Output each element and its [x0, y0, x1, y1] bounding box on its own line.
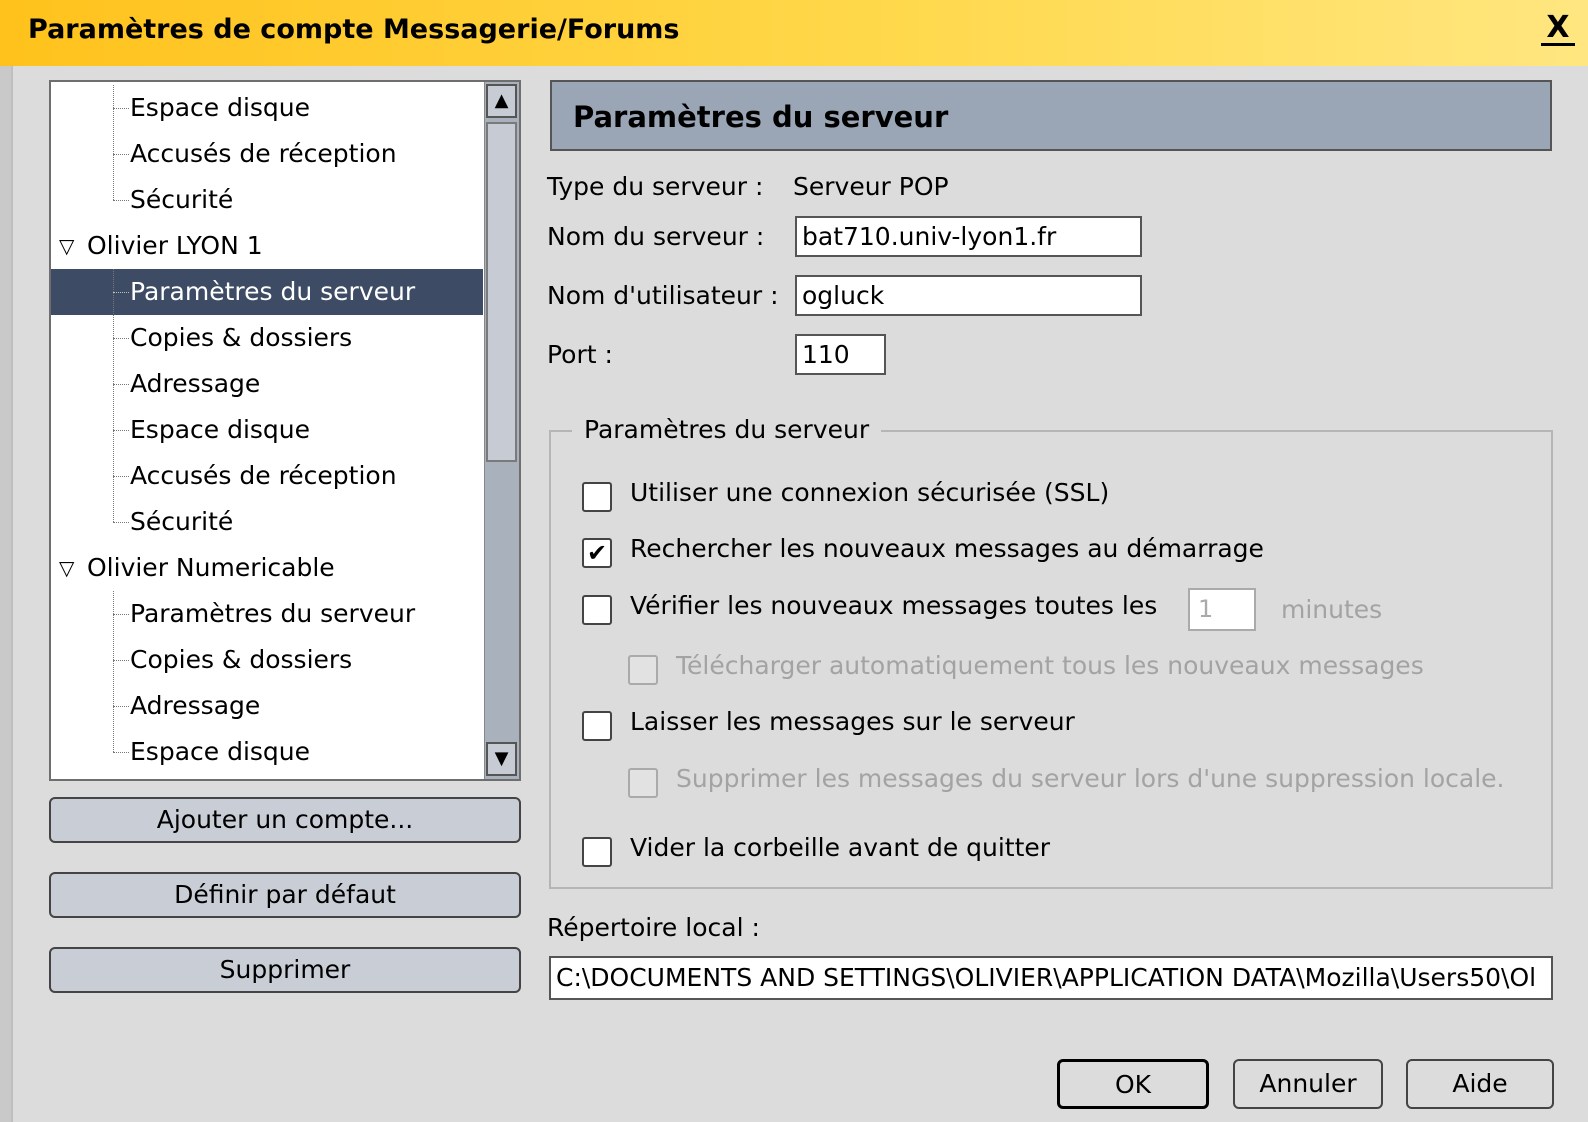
tree-connector — [113, 476, 129, 477]
tree-connector — [113, 292, 129, 293]
triangle-down-icon[interactable]: ▽ — [59, 223, 74, 269]
tree-item[interactable]: Copies & dossiers — [51, 315, 483, 361]
tree-item-label: Accusés de réception — [130, 461, 397, 490]
tree-item-label: Accusés de réception — [130, 139, 397, 168]
tree-connector — [113, 752, 129, 753]
tree-guide-line — [113, 85, 114, 200]
window-edge — [0, 66, 13, 1122]
tree-item-label: Paramètres du serveur — [130, 599, 416, 628]
delete-on-local-checkbox[interactable] — [628, 768, 658, 798]
tree-item-label: Adressage — [130, 691, 261, 720]
server-name-input[interactable]: bat710.univ-lyon1.fr — [795, 216, 1142, 257]
ok-button[interactable]: OK — [1057, 1059, 1209, 1109]
tree-item[interactable]: Paramètres du serveur — [51, 269, 483, 315]
tree-item[interactable]: Copies & dossiers — [51, 637, 483, 683]
tree-account[interactable]: ▽ Olivier LYON 1 — [51, 223, 483, 269]
tree-item[interactable]: Sécurité — [51, 177, 483, 223]
tree-connector — [113, 200, 129, 201]
tree-guide-line — [113, 591, 114, 752]
section-header: Paramètres du serveur — [550, 80, 1552, 151]
tree-connector — [113, 384, 129, 385]
username-label: Nom d'utilisateur : — [547, 281, 779, 310]
tree-scrollbar[interactable]: ▲ ▼ — [484, 82, 519, 779]
server-name-label: Nom du serveur : — [547, 222, 765, 251]
scroll-thumb[interactable] — [486, 122, 517, 462]
empty-trash-label: Vider la corbeille avant de quitter — [630, 833, 1051, 862]
tree-connector — [113, 660, 129, 661]
ssl-checkbox[interactable] — [582, 482, 612, 512]
scroll-up-button[interactable]: ▲ — [486, 84, 517, 118]
check-startup-label: Rechercher les nouveaux messages au déma… — [630, 534, 1264, 563]
tree-connector — [113, 706, 129, 707]
tree-item-label: Olivier Numericable — [87, 553, 335, 582]
tree-item-label: Espace disque — [130, 93, 311, 122]
checkmark-icon: ✔ — [586, 539, 608, 567]
tree-item-label: Adressage — [130, 369, 261, 398]
tree-item-label: Copies & dossiers — [130, 323, 353, 352]
port-label: Port : — [547, 340, 613, 369]
close-button[interactable]: X — [1541, 10, 1575, 46]
tree-item[interactable]: Accusés de réception — [51, 131, 483, 177]
tree-guide-line — [113, 269, 114, 522]
cancel-button[interactable]: Annuler — [1233, 1059, 1383, 1109]
tree-item[interactable]: Accusés de réception — [51, 453, 483, 499]
group-title: Paramètres du serveur — [572, 415, 882, 444]
tree-connector — [113, 614, 129, 615]
check-interval-input[interactable]: 1 — [1188, 588, 1256, 631]
tree-item-label: Paramètres du serveur — [130, 277, 416, 306]
tree-item-label: Sécurité — [130, 507, 234, 536]
tree-connector — [113, 522, 129, 523]
tree-item[interactable]: Adressage — [51, 361, 483, 407]
tree-connector — [113, 430, 129, 431]
auto-download-label: Télécharger automatiquement tous les nou… — [676, 651, 1424, 680]
tree-item-label: Sécurité — [130, 185, 234, 214]
local-dir-label: Répertoire local : — [547, 913, 760, 942]
triangle-down-icon[interactable]: ▽ — [59, 545, 74, 591]
local-dir-input[interactable]: C:\DOCUMENTS AND SETTINGS\OLIVIER\APPLIC… — [549, 956, 1553, 1000]
scroll-down-button[interactable]: ▼ — [486, 742, 517, 776]
empty-trash-checkbox[interactable] — [582, 837, 612, 867]
auto-download-checkbox[interactable] — [628, 655, 658, 685]
server-type-label: Type du serveur : — [547, 172, 764, 201]
arrow-up-icon: ▲ — [494, 90, 509, 111]
title-bar: Paramètres de compte Messagerie/Forums X — [0, 0, 1588, 66]
ssl-label: Utiliser une connexion sécurisée (SSL) — [630, 478, 1110, 507]
tree-item-label: Espace disque — [130, 737, 311, 766]
section-title: Paramètres du serveur — [573, 100, 949, 134]
tree-item-label: Olivier LYON 1 — [87, 231, 263, 260]
tree-connector — [113, 154, 129, 155]
tree-account[interactable]: ▽ Olivier Numericable — [51, 545, 483, 591]
minutes-label: minutes — [1281, 595, 1383, 624]
check-every-checkbox[interactable] — [582, 595, 612, 625]
leave-on-server-checkbox[interactable] — [582, 711, 612, 741]
account-tree: Espace disque Accusés de réception Sécurit… — [49, 80, 521, 781]
tree-item[interactable]: Espace disque — [51, 407, 483, 453]
tree-item[interactable]: Sécurité — [51, 499, 483, 545]
tree-connector — [113, 108, 129, 109]
delete-on-local-label: Supprimer les messages du serveur lors d… — [676, 764, 1505, 793]
delete-account-button[interactable]: Supprimer — [49, 947, 521, 993]
tree-item-label: Espace disque — [130, 415, 311, 444]
set-default-button[interactable]: Définir par défaut — [49, 872, 521, 918]
add-account-button[interactable]: Ajouter un compte... — [49, 797, 521, 843]
tree-item-label: Copies & dossiers — [130, 645, 353, 674]
tree-item[interactable]: Espace disque — [51, 729, 483, 775]
tree-connector — [113, 338, 129, 339]
username-input[interactable]: ogluck — [795, 275, 1142, 316]
help-button[interactable]: Aide — [1406, 1059, 1554, 1109]
tree-item[interactable]: Espace disque — [51, 85, 483, 131]
leave-on-server-label: Laisser les messages sur le serveur — [630, 707, 1075, 736]
port-input[interactable]: 110 — [795, 334, 886, 375]
arrow-down-icon: ▼ — [494, 748, 509, 769]
tree-item[interactable]: Adressage — [51, 683, 483, 729]
check-every-label: Vérifier les nouveaux messages toutes le… — [630, 591, 1158, 620]
window-title: Paramètres de compte Messagerie/Forums — [28, 14, 680, 45]
server-type-value: Serveur POP — [793, 172, 949, 201]
tree-item[interactable]: Paramètres du serveur — [51, 591, 483, 637]
check-startup-checkbox[interactable]: ✔ — [582, 538, 612, 568]
